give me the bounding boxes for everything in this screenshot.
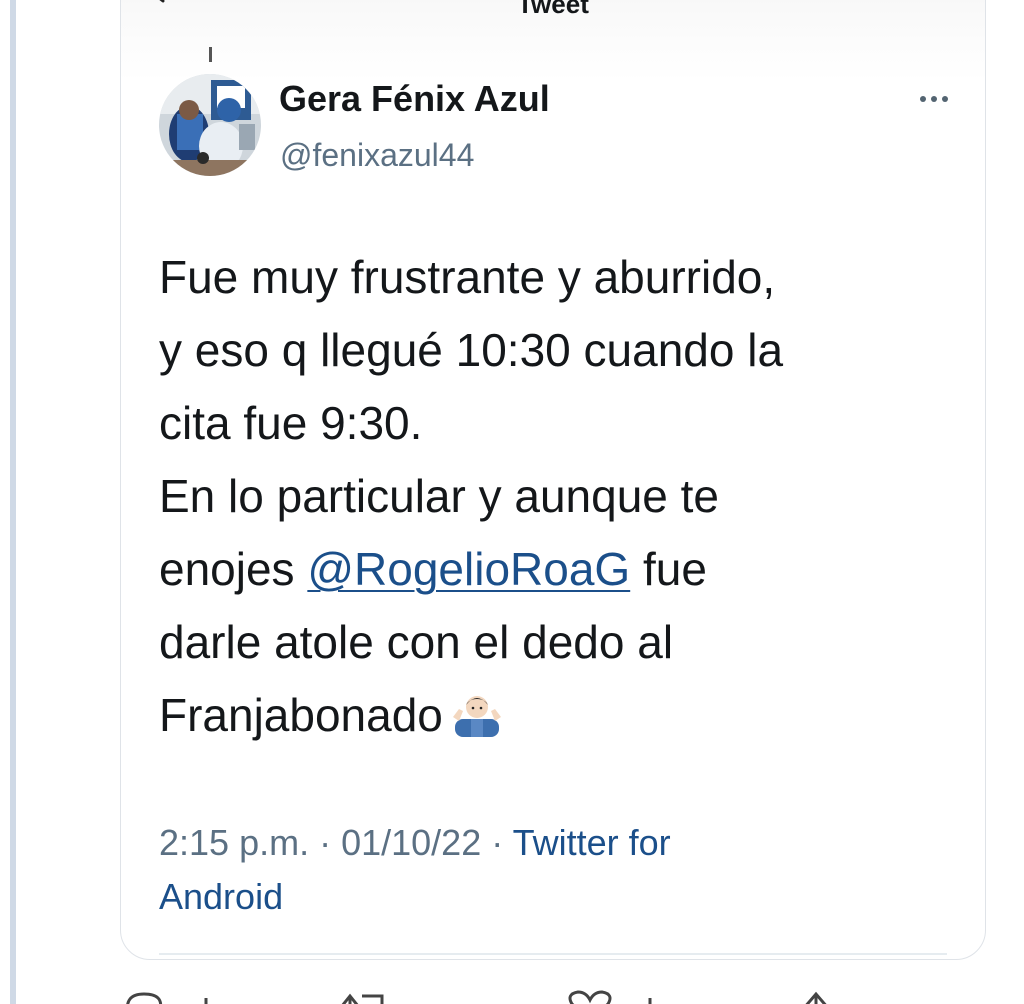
tweet-text: Fue muy frustrante y aburrido, y eso q l… <box>159 241 959 752</box>
tweet-text-fragment: Franjabonado <box>159 689 443 741</box>
meta-separator: · <box>309 822 342 863</box>
divider <box>159 953 947 955</box>
tweet-text-line: cita fue 9:30. <box>159 397 423 449</box>
more-horizontal-icon[interactable] <box>916 89 952 109</box>
tweet-text-line: y eso q llegué 10:30 cuando la <box>159 324 784 376</box>
tweet-text-fragment: enojes <box>159 543 308 595</box>
share-icon[interactable] <box>796 990 836 1004</box>
tweet-date: 01/10/22 <box>341 822 482 863</box>
tweet-text-fragment: fue <box>630 543 707 595</box>
page-title: Tweet <box>517 0 589 19</box>
tweet-text-line: En lo particular y aunque te <box>159 470 720 522</box>
tweet-text-line: Franjabonado <box>159 679 959 752</box>
man-shrugging-icon <box>452 696 501 737</box>
like-count-mark <box>648 998 652 1004</box>
source-text: Twitter for <box>512 822 671 863</box>
tweet-actions <box>0 986 1024 1004</box>
tweet-text-line: darle atole con el dedo al <box>159 616 674 668</box>
screenshot-page: Tweet Gera Fénix Azul @fenixazul44 Fue m… <box>0 0 1024 1004</box>
avatar-photo <box>159 74 261 176</box>
author-handle[interactable]: @fenixazul44 <box>280 136 474 174</box>
mention-link[interactable]: @RogelioRoaG <box>307 543 630 595</box>
text-cursor-mark <box>209 47 212 62</box>
tweet-text-line: Fue muy frustrante y aburrido, <box>159 251 776 303</box>
retweet-icon[interactable] <box>336 990 392 1004</box>
tweet-card: Tweet Gera Fénix Azul @fenixazul44 Fue m… <box>120 0 986 960</box>
reply-count-mark <box>204 998 208 1004</box>
avatar[interactable] <box>159 74 261 176</box>
source-text: Android <box>159 876 284 917</box>
tweet-time: 2:15 p.m. <box>159 822 310 863</box>
tweet-text-line: enojes @RogelioRoaG fue <box>159 533 959 606</box>
thread-rail <box>10 0 16 1004</box>
reply-icon[interactable] <box>120 990 168 1004</box>
like-icon[interactable] <box>564 990 616 1004</box>
meta-separator: · <box>481 822 513 863</box>
author-display-name[interactable]: Gera Fénix Azul <box>279 79 550 119</box>
tweet-header-bar: Tweet <box>121 0 985 21</box>
tweet-meta: 2:15 p.m. · 01/10/22 · Twitter for Androi… <box>159 816 919 924</box>
